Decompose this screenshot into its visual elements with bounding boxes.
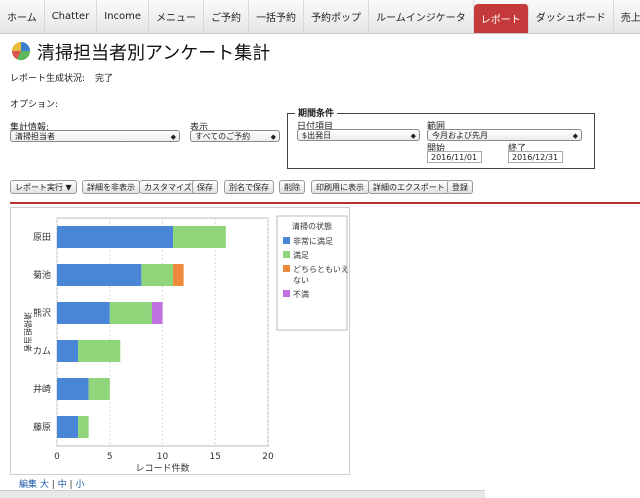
- chart-container: 0 5 10 15 20 原田菊池熊沢カム井崎藤原レコード件数 清掃担当者 清掃の状態非常に満…: [10, 207, 350, 475]
- tab-8[interactable]: レポート: [473, 4, 529, 33]
- section-divider: [10, 202, 640, 204]
- bar-segment: [57, 340, 79, 362]
- period-conditions-title: 期間条件: [295, 106, 338, 119]
- options-label: オプション:: [10, 100, 59, 110]
- run-report-button[interactable]: レポート実行 ▼: [10, 180, 77, 194]
- summary-select-value: 清掃担当者: [15, 132, 55, 141]
- legend-label: 不満: [293, 290, 309, 299]
- category-label: 菊池: [33, 269, 51, 281]
- x-axis-label: レコード件数: [135, 462, 189, 474]
- status-label: レポート生成状況:: [10, 74, 86, 84]
- status-value: 完了: [95, 74, 114, 84]
- page-title: 清掃担当者別アンケート集計: [37, 43, 271, 64]
- start-date-input[interactable]: 2016/11/01: [427, 151, 482, 163]
- display-select[interactable]: すべてのご予約 ◆: [190, 130, 280, 142]
- delete-button[interactable]: 削除: [279, 180, 305, 194]
- bar-segment: [78, 416, 89, 438]
- legend-label: 非常に満足: [293, 236, 333, 246]
- customize-button[interactable]: カスタマイズ: [139, 180, 197, 194]
- size-medium-link[interactable]: 中: [58, 480, 67, 490]
- bar-segment: [109, 302, 152, 324]
- printable-view-button[interactable]: 印刷用に表示: [311, 180, 369, 194]
- y-axis-label: 清掃担当者: [23, 312, 33, 352]
- tab-9[interactable]: ダッシュボード: [529, 0, 614, 33]
- edit-chart-link[interactable]: 編集: [19, 480, 37, 490]
- x-tick-label: 0: [54, 452, 60, 462]
- bar-segment: [78, 340, 121, 362]
- range-value: 今月および先月: [432, 131, 488, 140]
- legend-swatch: [283, 265, 290, 272]
- category-label: カム: [33, 346, 51, 357]
- size-large-link[interactable]: 大: [40, 480, 49, 490]
- separator: |: [48, 480, 58, 490]
- tab-1[interactable]: Chatter: [45, 0, 98, 33]
- tab-2[interactable]: Income: [97, 0, 150, 33]
- summary-select[interactable]: 清掃担当者 ◆: [10, 130, 180, 142]
- stacked-bar-chart: 0 5 10 15 20 原田菊池熊沢カム井崎藤原レコード件数 清掃担当者 清掃の状態非常に満…: [23, 215, 349, 474]
- bar-segment: [57, 378, 89, 400]
- date-field-value: $出発日: [302, 131, 332, 140]
- bar-segment: [57, 416, 79, 438]
- tab-4[interactable]: ご予約: [204, 0, 250, 33]
- range-select[interactable]: 今月および先月 ◆: [427, 129, 582, 141]
- category-label: 原田: [33, 232, 51, 243]
- tab-7[interactable]: ルームインジケータ: [369, 0, 474, 33]
- x-tick-label: 10: [157, 452, 169, 462]
- save-as-button[interactable]: 別名で保存: [224, 180, 274, 194]
- legend-label: ない: [293, 276, 309, 285]
- bar-segment: [151, 302, 163, 324]
- top-navigation: ホーム Chatter Income メニュー ご予約 一括予約 予約ポップ ルームインジケー…: [0, 0, 640, 34]
- select-arrow-icon: ◆: [270, 133, 276, 141]
- category-label: 藤原: [33, 421, 51, 433]
- legend-label: 満足: [293, 251, 309, 260]
- date-field-select[interactable]: $出発日 ◆: [297, 129, 420, 141]
- bar-segment: [141, 264, 174, 286]
- report-status: レポート生成状況: 完了: [10, 71, 113, 84]
- bar-segment: [88, 378, 110, 400]
- legend-label: どちらともいえ: [293, 265, 349, 274]
- category-label: 熊沢: [33, 307, 51, 319]
- report-icon: [11, 42, 31, 61]
- x-tick-label: 20: [262, 452, 274, 462]
- bar-segment: [57, 264, 142, 286]
- x-tick-label: 15: [210, 452, 221, 462]
- save-button[interactable]: 保存: [192, 180, 218, 194]
- legend-swatch: [283, 251, 290, 258]
- chart-size-controls: 編集 大 | 中 | 小: [19, 477, 84, 490]
- select-arrow-icon: ◆: [170, 133, 176, 141]
- bar-segment: [173, 226, 226, 248]
- legend-title: 清掃の状態: [292, 221, 332, 231]
- tab-0[interactable]: ホーム: [0, 0, 45, 33]
- select-arrow-icon: ◆: [410, 132, 416, 140]
- tab-5[interactable]: 一括予約: [249, 0, 305, 33]
- legend-swatch: [283, 237, 290, 244]
- display-select-value: すべてのご予約: [195, 132, 251, 141]
- tab-10[interactable]: 売上: [614, 0, 640, 33]
- legend-swatch: [283, 290, 290, 297]
- select-arrow-icon: ◆: [572, 132, 578, 140]
- size-small-link[interactable]: 小: [75, 480, 84, 490]
- bar-segment: [173, 264, 184, 286]
- tab-3[interactable]: メニュー: [149, 0, 205, 33]
- export-details-button[interactable]: 詳細のエクスポート: [368, 180, 450, 194]
- hide-details-button[interactable]: 詳細を非表示: [82, 180, 140, 194]
- tab-6[interactable]: 予約ポップ: [304, 0, 370, 33]
- x-tick-label: 5: [107, 452, 113, 462]
- subscribe-button[interactable]: 登録: [447, 180, 473, 194]
- end-date-input[interactable]: 2016/12/31: [508, 151, 563, 163]
- bar-segment: [57, 226, 174, 248]
- category-label: 井崎: [33, 383, 51, 395]
- bar-segment: [57, 302, 110, 324]
